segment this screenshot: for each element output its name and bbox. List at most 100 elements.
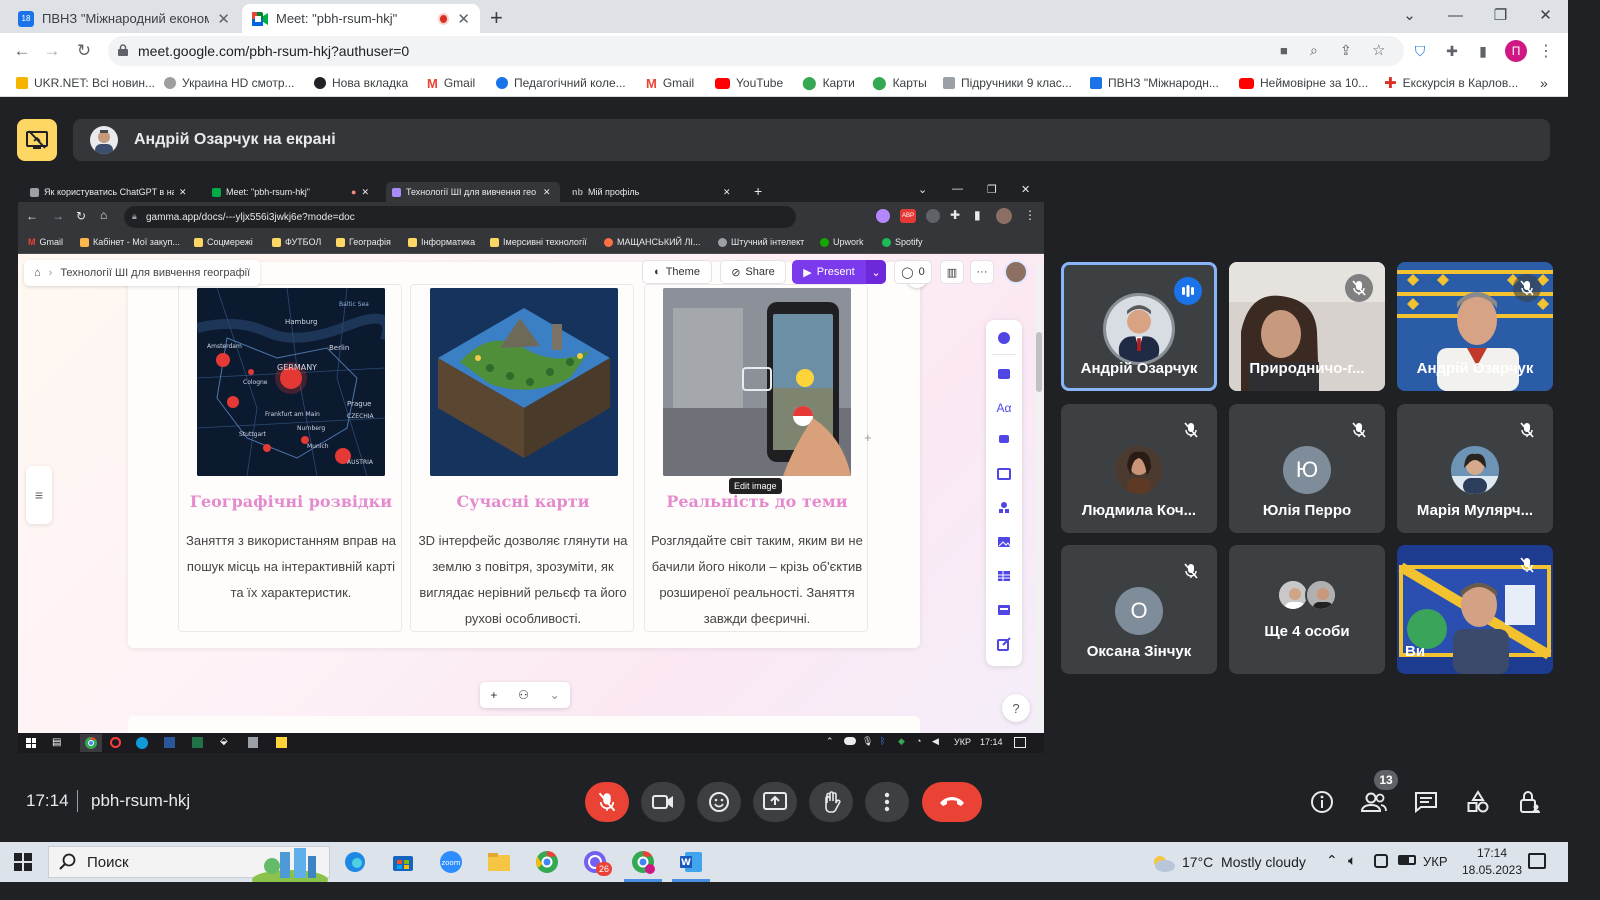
bookmark-item[interactable]: Нова вкладка (314, 74, 408, 92)
word-taskbar-icon[interactable]: W (678, 850, 704, 874)
activities-button[interactable] (1462, 786, 1494, 818)
input-language[interactable]: УКР (1423, 854, 1448, 869)
puzzle-extensions-icon[interactable]: ✚ (1443, 42, 1461, 60)
participant-tile[interactable]: Марія Мулярч... (1397, 404, 1553, 533)
browser-tab-pvnz[interactable]: 18 ПВНЗ "Міжнародний економіко ✕ (8, 4, 240, 33)
bookmark-item[interactable]: Підручники 9 клас... (943, 74, 1072, 92)
bookmark-item[interactable]: YouTube (715, 74, 783, 92)
weather-text[interactable]: 17°C Mostly cloudy (1182, 854, 1306, 870)
meet-control-bar: 17:14 pbh-rsum-hkj 13 (0, 762, 1568, 842)
side-panel-icon[interactable]: ▮ (1474, 42, 1492, 60)
clock-date[interactable]: 18.05.2023 (1458, 863, 1526, 877)
shield-extension-icon[interactable]: ⛉ (1411, 42, 1429, 60)
participant-tile[interactable]: Природничо-г... (1229, 262, 1385, 391)
restore-button[interactable]: ❐ (1478, 0, 1523, 30)
bookmark-item[interactable]: M Gmail (427, 74, 475, 92)
tray-chevron-icon[interactable]: ⌃ (1326, 852, 1338, 869)
profile-avatar[interactable]: П (1505, 40, 1527, 62)
participant-tile[interactable]: О Оксана Зінчук (1061, 545, 1217, 674)
ukrnet-icon (16, 77, 28, 89)
bookmark-item[interactable]: Украина HD смотр... (164, 74, 295, 92)
more-bookmarks-button[interactable]: » (1540, 74, 1548, 92)
bookmark-item[interactable]: ⬤ Карты (872, 74, 927, 92)
participant-tile[interactable]: Людмила Коч... (1061, 404, 1217, 533)
tab-title: Meet: "pbh-rsum-hkj" (276, 11, 398, 26)
host-controls-button[interactable] (1514, 786, 1546, 818)
gamma-present-button: ▶ Present (792, 260, 866, 284)
new-tab-button[interactable]: + (490, 5, 503, 31)
notifications-icon[interactable] (1528, 853, 1546, 869)
bookmark-item[interactable]: Неймовірне за 10... (1239, 74, 1368, 92)
browser-tab-meet[interactable]: Meet: "pbh-rsum-hkj" ✕ (242, 4, 480, 33)
layout-icon (996, 466, 1012, 482)
chrome-profile-taskbar-icon[interactable] (630, 850, 656, 874)
bookmark-item[interactable]: ПВНЗ "Міжнародн... (1090, 74, 1219, 92)
tab-search-button[interactable]: ⌄ (1387, 0, 1432, 30)
mic-off-icon (598, 792, 616, 812)
close-tab-icon[interactable]: ✕ (457, 10, 470, 28)
edge-taskbar-icon[interactable] (342, 850, 368, 874)
camera-toggle-button[interactable] (641, 782, 685, 822)
participant-tile[interactable]: Андрій Озарчук (1061, 262, 1217, 391)
explorer-taskbar-icon[interactable] (486, 850, 512, 874)
self-tile[interactable]: Ви (1397, 545, 1553, 674)
bookmark-item[interactable]: UKR.NET: Всі новин... (16, 74, 155, 92)
table-icon (996, 568, 1012, 584)
participants-button[interactable]: 13 (1358, 770, 1398, 818)
shared-address-bar: 🔒︎ gamma.app/docs/---yljx556i3jwkj6e?mode… (124, 206, 796, 228)
mic-off-icon (1513, 416, 1541, 444)
store-taskbar-icon[interactable] (390, 850, 416, 874)
volume-icon[interactable]: 🔈︎ (1348, 852, 1356, 869)
star-icon[interactable]: ☆ (1372, 41, 1385, 59)
card-template-icon (996, 366, 1012, 382)
menu-dots-icon[interactable]: ⋮ (1537, 42, 1555, 60)
zoom-icon[interactable]: ⌕ (1310, 42, 1318, 59)
bookmark-item[interactable]: M Gmail (646, 74, 694, 92)
close-tab-icon[interactable]: ✕ (217, 10, 230, 28)
windows-start-button[interactable] (10, 850, 36, 874)
svg-text:Berlin: Berlin (329, 344, 349, 352)
share-icon[interactable]: ⇪ (1340, 42, 1352, 59)
bookmark-item[interactable]: ✚ Екскурсія в Карлов... (1384, 74, 1518, 92)
bookmark-item[interactable]: ⬤ Карти (802, 74, 855, 92)
participant-tile[interactable]: Андрій Озарчук (1397, 262, 1553, 391)
chrome-taskbar-icon[interactable] (534, 850, 560, 874)
present-screen-button[interactable] (753, 782, 797, 822)
svg-text:W: W (681, 858, 691, 868)
leave-call-button[interactable] (922, 782, 982, 822)
forward-arrow-icon[interactable]: → (40, 39, 64, 63)
shared-back-icon: ← (26, 209, 38, 223)
zoom-taskbar-icon[interactable]: zoom (438, 850, 464, 874)
viber-taskbar-icon[interactable]: 26 (582, 850, 612, 876)
camera-icon[interactable]: ■ (1280, 43, 1288, 58)
book-icon (943, 77, 955, 89)
close-window-button[interactable]: ✕ (1523, 0, 1568, 30)
participant-tile[interactable]: Ю Юлія Перро (1229, 404, 1385, 533)
chat-button[interactable] (1410, 786, 1442, 818)
app-icon: ⬙ (220, 736, 228, 747)
raise-hand-button[interactable] (809, 782, 853, 822)
more-options-button[interactable] (865, 782, 909, 822)
meeting-details-button[interactable] (1306, 786, 1338, 818)
ar-phone-image (663, 288, 851, 476)
network-icon[interactable] (1374, 854, 1388, 868)
shared-bookmark: МАЩАНСЬКИЙ ЛІ... (604, 237, 700, 247)
reactions-button[interactable] (697, 782, 741, 822)
battery-icon[interactable] (1398, 855, 1416, 865)
gamma-help-button: ? (1002, 694, 1030, 722)
stop-presenting-button[interactable] (17, 119, 57, 161)
microphone-toggle-button[interactable] (585, 782, 629, 822)
content-column: Сучасні карти 3D інтерфейс дозволяє глян… (410, 284, 634, 632)
more-vert-icon (884, 792, 890, 812)
minimize-button[interactable]: — (1433, 0, 1478, 30)
bookmark-item[interactable]: Педагогічний коле... (496, 74, 626, 92)
participant-name: Ви (1405, 643, 1426, 660)
svg-text:Munich: Munich (307, 443, 329, 450)
clock-time[interactable]: 17:14 (1462, 846, 1522, 860)
meeting-time: 17:14 (26, 791, 69, 810)
wordpress-icon (496, 77, 508, 89)
more-participants-tile[interactable]: Ще 4 особи (1229, 545, 1385, 674)
address-bar[interactable]: meet.google.com/pbh-rsum-hkj?authuser=0 … (108, 36, 1404, 66)
back-arrow-icon[interactable]: ← (10, 39, 34, 63)
reload-icon[interactable]: ↻ (72, 39, 96, 63)
